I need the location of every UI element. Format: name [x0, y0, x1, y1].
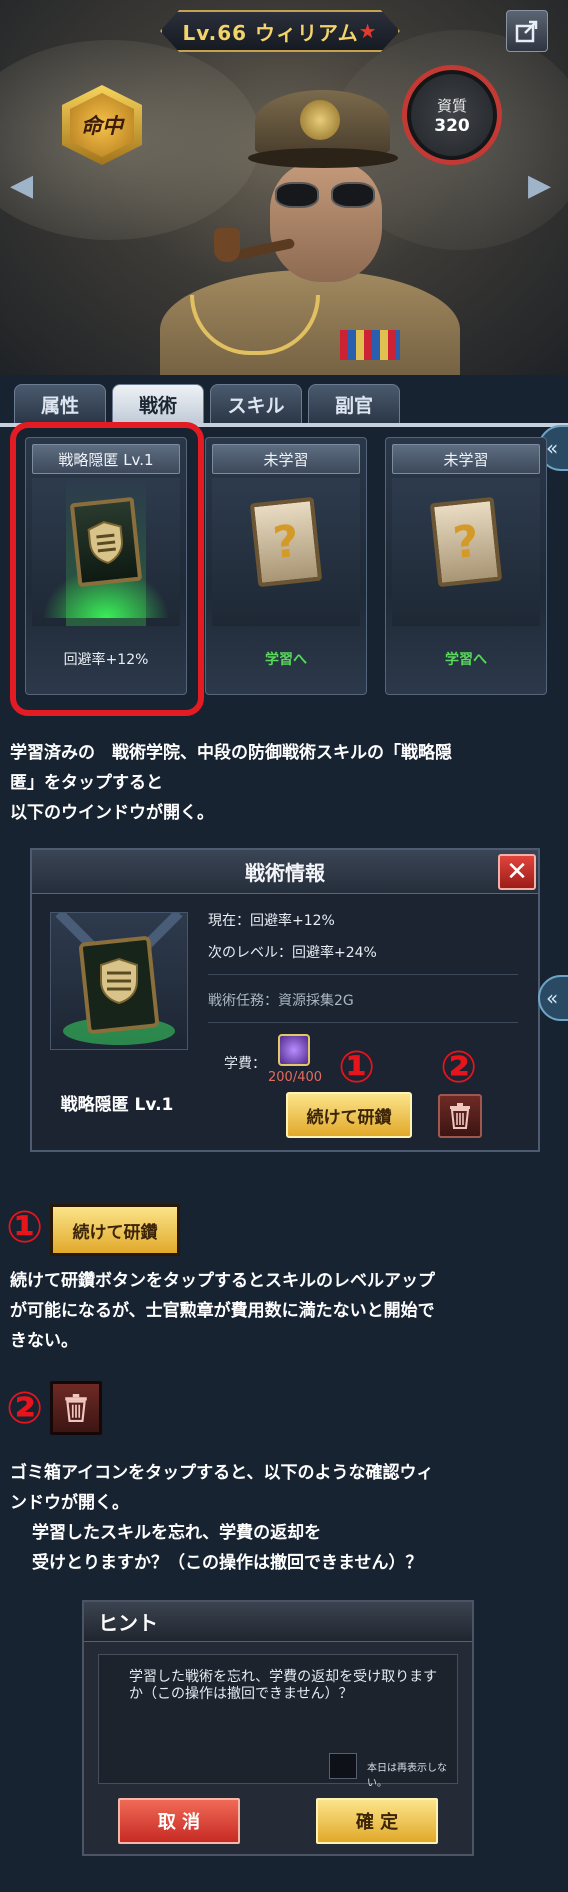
learn-link[interactable]: 学習へ	[212, 630, 360, 688]
explanation-2: 続けて研鑽ボタンをタップするとスキルのレベルアップ が可能になるが、士官勲章が費…	[10, 1271, 435, 1351]
officer-medal-icon	[278, 1034, 310, 1066]
next-level-effect: 次のレベル：回避率+24%	[208, 945, 377, 961]
explanation-1: 学習済みの 戦術学院、中段の防御戦術スキルの「戦略隠 匿」をタップすると 以下の…	[10, 743, 452, 823]
dont-show-today-checkbox[interactable]	[329, 1753, 357, 1779]
dialog-title: ヒント	[84, 1602, 472, 1642]
fee-value: 200/400	[268, 1070, 323, 1085]
officer-tabs: 属性 戦術 スキル 副官	[14, 384, 404, 424]
current-effect: 現在：回避率+12%	[208, 913, 335, 929]
forget-tactic-button[interactable]	[438, 1094, 482, 1138]
tactic-mission: 戦術任務：資源採集2G	[208, 993, 354, 1009]
tactic-name: 戦略隠匿 Lv.1	[60, 1095, 174, 1115]
hint-message: 学習した戦術を忘れ、学費の返却を受け取りますか（この操作は撤回できません）？	[129, 1669, 438, 1702]
continue-training-button-sample: 続けて研鑽	[50, 1204, 180, 1256]
tab-adjutant[interactable]: 副官	[308, 384, 400, 424]
tactic-card-title: 未学習	[212, 444, 360, 474]
learn-link[interactable]: 学習へ	[392, 630, 540, 688]
sunglasses	[275, 182, 377, 210]
cancel-button[interactable]: 取 消	[118, 1798, 240, 1844]
tactic-icon	[50, 909, 188, 1050]
share-button[interactable]	[506, 10, 548, 52]
tactic-card-unlearned[interactable]: 未学習 ? 学習へ	[205, 437, 367, 695]
officer-title: Lv.66 ウィリアム	[182, 20, 359, 45]
checkbox-label: 本日は再表示しない。	[367, 1763, 447, 1789]
unknown-book-icon: ?	[249, 496, 323, 588]
prev-officer-arrow-icon[interactable]: ◀	[10, 168, 33, 203]
highlight-frame	[10, 422, 204, 716]
trash-icon	[450, 1103, 470, 1129]
aptitude-value: 320	[434, 115, 470, 136]
next-officer-arrow-icon[interactable]: ▶	[528, 168, 551, 203]
fee-label: 学費：	[224, 1056, 266, 1072]
trash-icon	[65, 1394, 87, 1422]
marker-1: ①	[338, 1042, 376, 1093]
marker-2: ②	[6, 1383, 44, 1434]
side-panel-toggle[interactable]: «	[538, 975, 568, 1021]
forget-tactic-button-sample	[50, 1381, 102, 1435]
explanation-3: ゴミ箱アイコンをタップすると、以下のような確認ウィ ンドウが開く。 学習したスキ…	[10, 1463, 434, 1573]
medal-ribbons	[340, 330, 400, 360]
aptitude-dial: 資質 320	[402, 65, 502, 165]
marker-2: ②	[440, 1042, 478, 1093]
tactic-card-title: 未学習	[392, 444, 540, 474]
tactic-card-unlearned[interactable]: 未学習 ? 学習へ	[385, 437, 547, 695]
dialog-title: 戦術情報	[32, 850, 538, 894]
hint-dialog: ヒント 学習した戦術を忘れ、学費の返却を受け取りますか（この操作は撤回できません…	[82, 1600, 474, 1856]
tab-attributes[interactable]: 属性	[14, 384, 106, 424]
unknown-book-icon: ?	[429, 496, 503, 588]
officer-title-bar: Lv.66 ウィリアム ★	[160, 10, 400, 52]
tactic-info-dialog: 戦術情報 ✕ 戦略隠匿 Lv.1 現在：回避率+12% 次のレベル：回避率+24…	[30, 848, 540, 1152]
aptitude-label: 資質	[436, 96, 467, 115]
marker-1: ①	[6, 1202, 44, 1253]
tab-tactics[interactable]: 戦術	[112, 384, 204, 424]
officer-portrait-panel: Lv.66 ウィリアム ★ 命中 資質 320 ◀ ▶	[0, 0, 568, 375]
tab-skills[interactable]: スキル	[210, 384, 302, 424]
close-button[interactable]: ✕	[498, 854, 536, 890]
continue-training-button[interactable]: 続けて研鑽	[286, 1092, 412, 1138]
star-icon: ★	[358, 19, 378, 43]
confirm-button[interactable]: 確 定	[316, 1798, 438, 1844]
share-icon	[515, 20, 538, 43]
